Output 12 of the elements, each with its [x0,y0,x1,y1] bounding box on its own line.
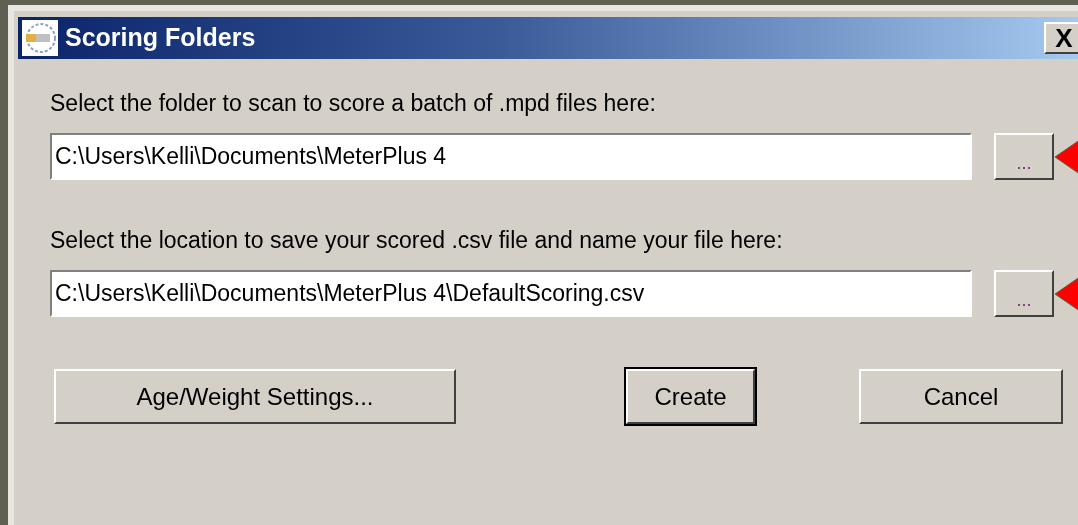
field-label: Select the folder to scan to score a batch of .mpd files here: [50,89,657,117]
browse-button[interactable]: ... [993,133,1055,180]
dialog-button[interactable]: Create [626,369,755,424]
path-field[interactable]: C:\Users\Kelli\Documents\MeterPlus 4 [50,133,972,180]
app-logo-icon [22,20,58,56]
window-title: Scoring Folders [65,22,256,54]
browse-button[interactable]: ... [993,270,1055,317]
close-button[interactable]: X [1044,22,1078,54]
dialog-button[interactable]: Cancel [859,369,1063,424]
field-label: Select the location to save your scored .csv file and name your file here: [50,226,784,254]
path-field[interactable]: C:\Users\Kelli\Documents\MeterPlus 4\DefaultScoring.csv [50,270,972,317]
dialog-button[interactable]: Age/Weight Settings... [54,369,456,424]
